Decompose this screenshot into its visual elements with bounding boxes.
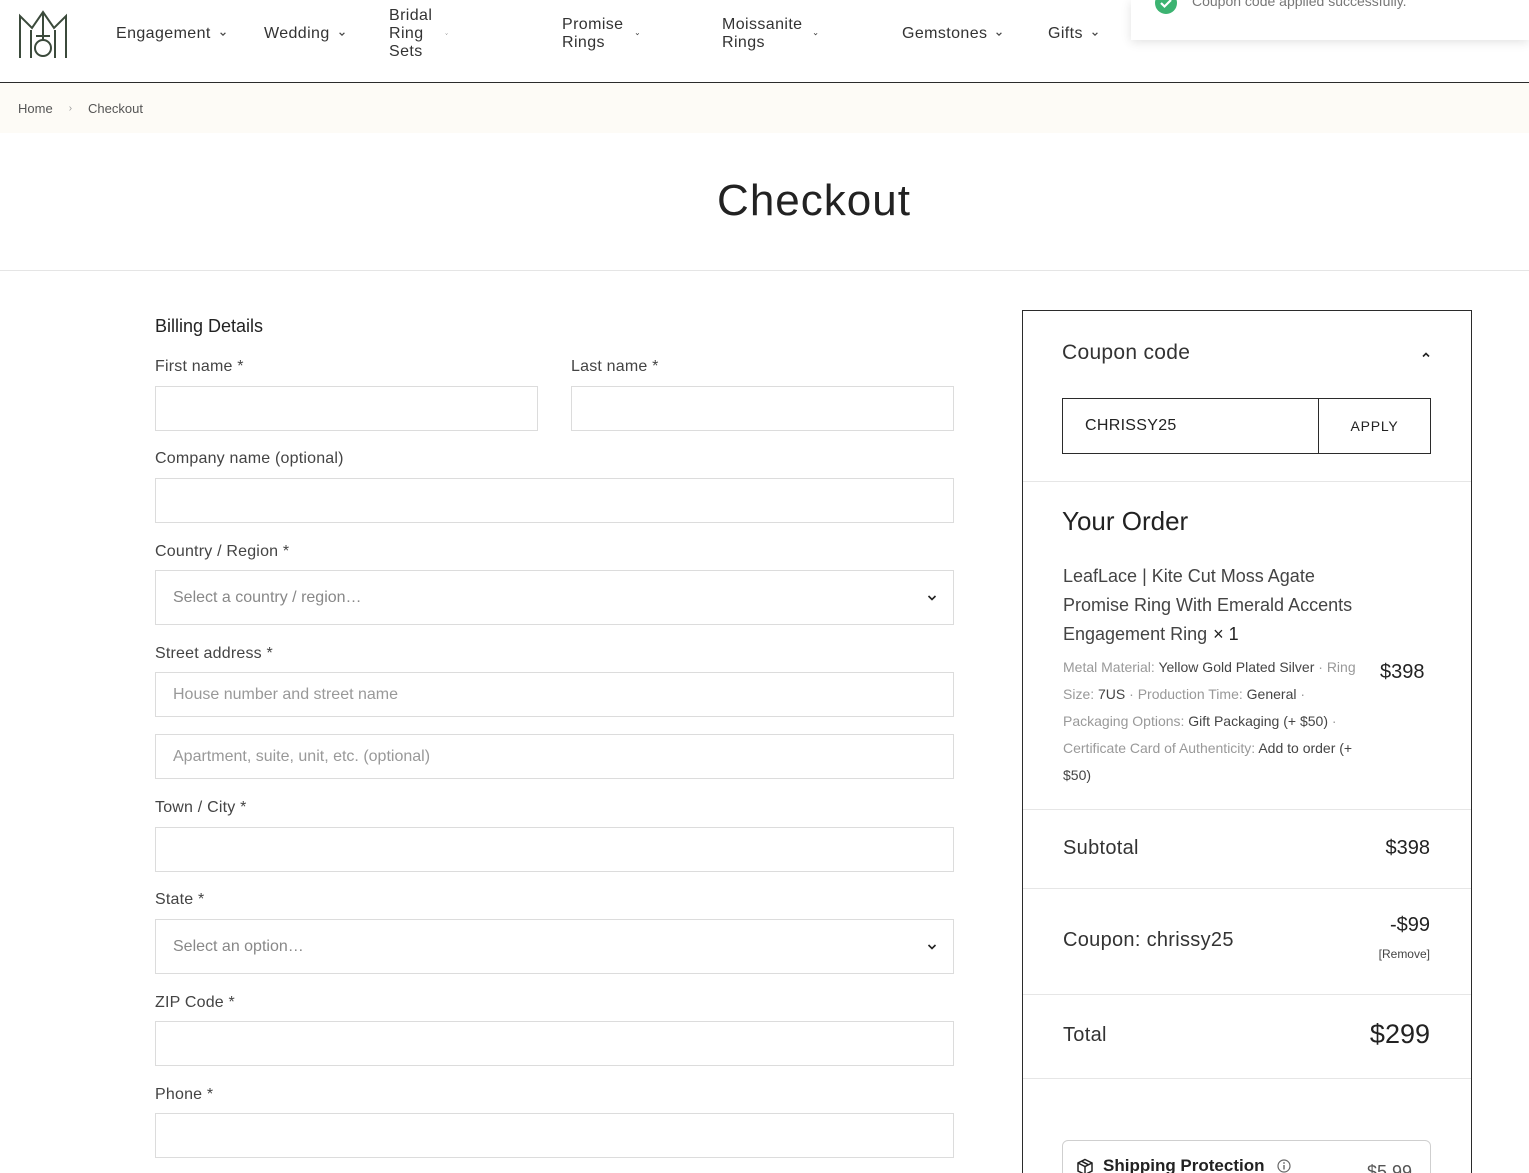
coupon-discount-value: -$99	[1389, 914, 1430, 936]
country-select[interactable]: Select a country / region…	[155, 570, 954, 625]
state-label: State *	[155, 891, 205, 908]
meta-value: Yellow Gold Plated Silver	[1158, 659, 1315, 675]
street-input[interactable]	[156, 673, 953, 716]
chevron-down-icon	[445, 33, 448, 35]
nav-wedding[interactable]: Wedding	[264, 25, 346, 43]
chevron-down-icon	[814, 32, 818, 36]
divider	[1023, 481, 1471, 482]
meta-key: Packaging Options:	[1063, 713, 1185, 729]
company-label: Company name (optional)	[155, 450, 344, 467]
check-circle-icon	[1155, 0, 1177, 14]
chevron-down-icon	[219, 32, 226, 37]
chevron-up-icon[interactable]	[1420, 350, 1432, 360]
city-field[interactable]	[155, 827, 954, 872]
coupon-input[interactable]: CHRISSY25	[1062, 398, 1319, 454]
last-name-input[interactable]	[572, 387, 953, 430]
chevron-down-icon	[927, 595, 937, 601]
first-name-field[interactable]	[155, 386, 538, 431]
phone-label: Phone *	[155, 1086, 214, 1103]
zip-field[interactable]	[155, 1021, 954, 1066]
divider	[0, 270, 1529, 271]
zip-input[interactable]	[156, 1022, 953, 1065]
coupon-title[interactable]: Coupon code	[1062, 341, 1190, 365]
product-quantity: × 1	[1213, 624, 1239, 644]
remove-coupon-link[interactable]: [Remove]	[1379, 947, 1430, 961]
brand-logo[interactable]	[16, 8, 70, 62]
meta-key: Certificate Card of Authenticity:	[1063, 740, 1256, 756]
chevron-down-icon	[927, 944, 937, 950]
nav-label: Bridal Ring Sets	[389, 7, 433, 60]
last-name-field[interactable]	[571, 386, 954, 431]
nav-gifts[interactable]: Gifts	[1048, 25, 1099, 43]
subtotal-label: Subtotal	[1063, 837, 1139, 859]
order-title: Your Order	[1062, 506, 1189, 536]
country-label: Country / Region *	[155, 543, 290, 560]
first-name-input[interactable]	[156, 387, 537, 430]
breadcrumb: Home › Checkout	[18, 101, 143, 116]
city-input[interactable]	[156, 828, 953, 871]
company-input[interactable]	[156, 479, 953, 522]
meta-value: Gift Packaging (+ $50)	[1188, 713, 1328, 729]
package-icon	[1077, 1158, 1093, 1173]
meta-value: General	[1246, 686, 1297, 702]
nav-label: Promise Rings	[562, 16, 624, 51]
nav-promise-rings[interactable]: Promise Rings	[562, 16, 639, 52]
nav-label: Engagement	[116, 25, 211, 42]
chevron-down-icon	[1092, 32, 1098, 37]
company-field[interactable]	[155, 478, 954, 523]
nav-moissanite-rings[interactable]: Moissanite Rings	[722, 16, 818, 52]
nav-engagement[interactable]: Engagement	[116, 25, 227, 43]
shipping-protection-price: $5.99	[1367, 1162, 1413, 1173]
toast-message: Coupon code applied successfully.	[1192, 0, 1407, 9]
shipping-protection-title: Shipping Protection	[1103, 1156, 1265, 1173]
meta-key: Production Time:	[1137, 686, 1243, 702]
total-label: Total	[1063, 1024, 1107, 1046]
divider	[1023, 809, 1471, 810]
divider	[1023, 1078, 1471, 1079]
breadcrumb-separator: ›	[68, 103, 73, 114]
chevron-down-icon	[338, 32, 345, 37]
subtotal-value: $398	[1385, 837, 1431, 859]
product-options: Metal Material: Yellow Gold Plated Silve…	[1063, 659, 1356, 783]
nav-label: Gifts	[1048, 25, 1083, 42]
state-placeholder: Select an option…	[173, 937, 304, 955]
meta-value: 7US	[1098, 686, 1126, 702]
city-label: Town / City *	[155, 799, 247, 816]
zip-label: ZIP Code *	[155, 994, 235, 1011]
breadcrumb-bar	[0, 83, 1529, 133]
total-value: $299	[1369, 1019, 1430, 1049]
product-title: LeafLace | Kite Cut Moss Agate Promise R…	[1063, 566, 1353, 644]
divider	[1023, 888, 1471, 889]
last-name-label: Last name *	[571, 358, 659, 375]
apply-coupon-button[interactable]: APPLY	[1318, 398, 1431, 454]
nav-bridal-ring-sets[interactable]: Bridal Ring Sets	[389, 7, 448, 61]
billing-heading: Billing Details	[155, 316, 264, 336]
phone-field[interactable]	[155, 1113, 954, 1158]
success-toast: Coupon code applied successfully.	[1131, 0, 1529, 40]
coupon-applied-label: Coupon: chrissy25	[1063, 929, 1234, 951]
chevron-down-icon	[635, 33, 639, 36]
nav-label: Moissanite Rings	[722, 16, 803, 51]
state-select[interactable]: Select an option…	[155, 919, 954, 974]
breadcrumb-current: Checkout	[88, 101, 143, 116]
info-icon[interactable]	[1277, 1159, 1291, 1173]
product-name[interactable]: LeafLace | Kite Cut Moss Agate Promise R…	[1063, 562, 1363, 649]
chevron-down-icon	[996, 32, 1003, 37]
breadcrumb-home[interactable]: Home	[18, 101, 53, 116]
nav-label: Gemstones	[902, 25, 988, 42]
phone-input[interactable]	[156, 1114, 953, 1157]
meta-key: Metal Material:	[1063, 659, 1155, 675]
nav-gemstones[interactable]: Gemstones	[902, 25, 1003, 43]
first-name-label: First name *	[155, 358, 244, 375]
page-title: Checkout	[717, 176, 911, 225]
street2-field[interactable]	[155, 734, 954, 779]
street-label: Street address *	[155, 645, 273, 662]
street2-input[interactable]	[156, 735, 953, 778]
street-field[interactable]	[155, 672, 954, 717]
nav-label: Wedding	[264, 25, 330, 42]
divider	[1023, 994, 1471, 995]
country-placeholder: Select a country / region…	[173, 588, 362, 606]
product-price: $398	[1380, 661, 1425, 683]
